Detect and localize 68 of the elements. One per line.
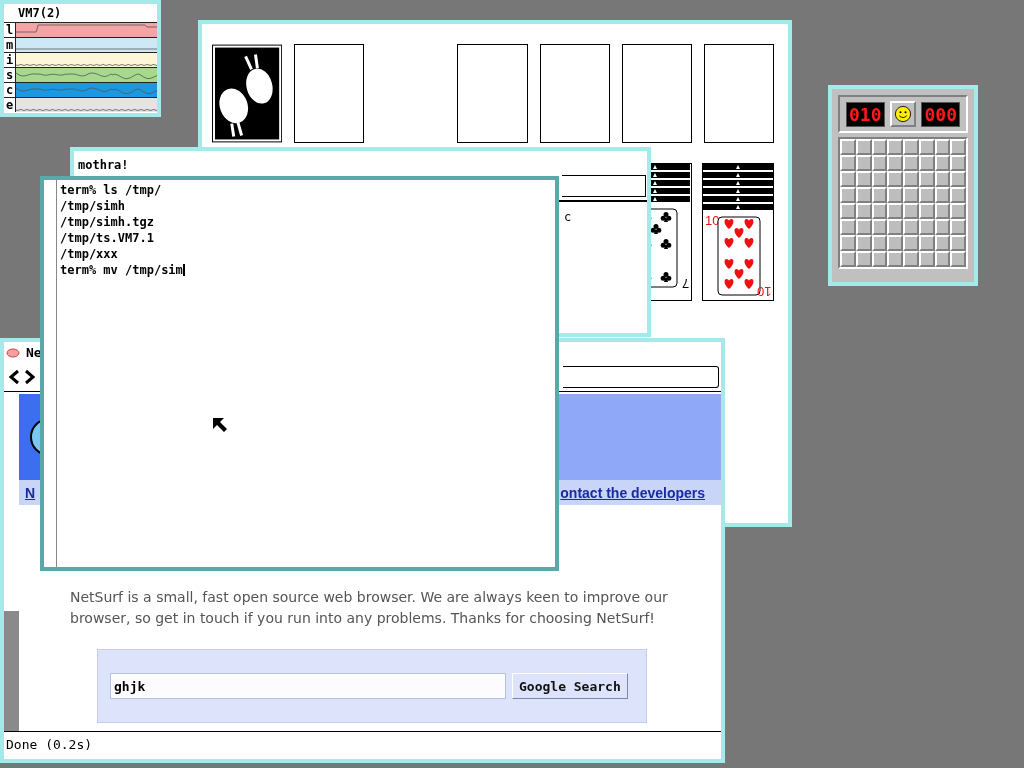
mine-cell[interactable] <box>950 187 966 203</box>
mine-cell[interactable] <box>903 251 919 267</box>
mine-cell[interactable] <box>950 155 966 171</box>
mine-cell[interactable] <box>840 155 856 171</box>
mine-cell[interactable] <box>950 203 966 219</box>
mine-cell[interactable] <box>903 155 919 171</box>
card-back-drawing[interactable] <box>212 44 283 143</box>
page-text: c <box>564 210 572 224</box>
address-field[interactable] <box>562 175 646 197</box>
card-slot[interactable] <box>457 44 528 143</box>
card-slot[interactable] <box>621 44 692 143</box>
terminal-line: /tmp/simh.tgz <box>60 214 155 230</box>
mine-cell[interactable] <box>950 251 966 267</box>
mine-cell[interactable] <box>950 171 966 187</box>
mine-cell[interactable] <box>887 203 903 219</box>
mine-cell[interactable] <box>840 187 856 203</box>
terminal-line: /tmp/ts.VM7.1 <box>60 230 155 246</box>
card-rank: 10 <box>756 284 771 299</box>
terminal-line: term% mv /tmp/sim <box>60 262 185 278</box>
window-title: Ne <box>26 344 42 360</box>
mine-counter: 010 <box>846 101 885 127</box>
window-title: VM7(2) <box>17 5 63 22</box>
mine-cell[interactable] <box>950 219 966 235</box>
mine-cell[interactable] <box>950 235 966 251</box>
mine-cell[interactable] <box>903 203 919 219</box>
card-slot[interactable] <box>703 44 774 143</box>
terminal-line: /tmp/xxx <box>60 246 119 262</box>
scrollbar-thumb[interactable] <box>4 611 19 731</box>
card-backs-drawing <box>703 164 773 210</box>
card-rank: 7 <box>681 276 689 291</box>
intro-paragraph: NetSurf is a small, fast open source web browser. We are always keen to improve our browser, so get in touch if you run into any problems. Thanks for choosing NetSurf! <box>70 588 669 628</box>
mine-cell[interactable] <box>840 235 856 251</box>
mine-cell[interactable] <box>903 219 919 235</box>
mine-cell[interactable] <box>887 139 903 155</box>
timer: 000 <box>921 101 960 127</box>
url-field[interactable] <box>563 365 719 388</box>
search-field[interactable]: ghjk <box>110 673 506 699</box>
card-slot[interactable] <box>539 44 610 143</box>
mine-cell[interactable] <box>887 187 903 203</box>
mine-cell[interactable] <box>903 235 919 251</box>
smiley-icon[interactable] <box>890 101 916 127</box>
mine-cell[interactable] <box>887 171 903 187</box>
mine-cell[interactable] <box>887 235 903 251</box>
terminal-line: /tmp/simh <box>60 198 127 214</box>
mine-cell[interactable] <box>903 171 919 187</box>
contact-link[interactable]: ontact the developers <box>560 484 705 501</box>
search-button[interactable]: Google Search <box>512 673 628 699</box>
mine-cell[interactable] <box>840 139 856 155</box>
card-column[interactable]: 7 <box>648 163 692 301</box>
mine-cell[interactable] <box>903 139 919 155</box>
mine-cell[interactable] <box>840 171 856 187</box>
mine-cell[interactable] <box>887 219 903 235</box>
mine-cell[interactable] <box>840 203 856 219</box>
status-text: Done (0.2s) <box>4 731 721 759</box>
mine-cell[interactable] <box>903 187 919 203</box>
mine-cell[interactable] <box>887 251 903 267</box>
browser-logo-icon <box>6 345 20 359</box>
window-title: mothra! <box>77 157 130 174</box>
mine-cell[interactable] <box>950 139 966 155</box>
mine-cell[interactable] <box>887 155 903 171</box>
nav-link[interactable]: N <box>25 484 36 501</box>
mine-cell[interactable] <box>840 219 856 235</box>
card-slot[interactable] <box>294 44 365 143</box>
mine-cell[interactable] <box>840 251 856 267</box>
back-icon[interactable] <box>8 368 20 385</box>
terminal-line: term% ls /tmp/ <box>60 182 163 198</box>
mouse-pointer-icon <box>212 417 228 433</box>
forward-icon[interactable] <box>24 368 36 385</box>
